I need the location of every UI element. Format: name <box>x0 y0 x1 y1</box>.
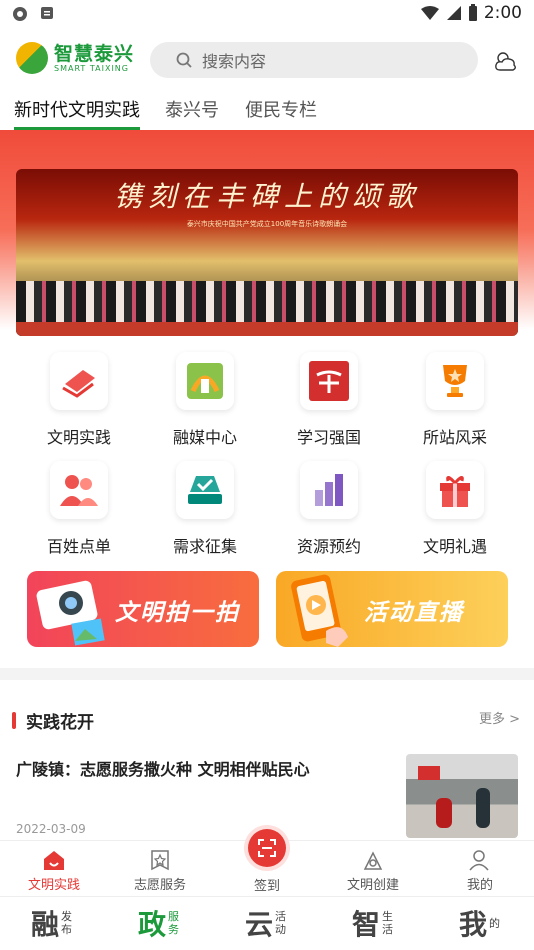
thumbnail-person <box>476 788 490 828</box>
media-icon <box>187 363 223 399</box>
section-tab-sub: 发布 <box>61 910 72 936</box>
section-tab-wo[interactable]: 我 的 <box>428 903 534 943</box>
grid-label: 文明礼遇 <box>422 537 487 556</box>
section-header: 实践花开 <box>12 708 94 733</box>
section-accent-bar <box>12 712 16 729</box>
wifi-icon <box>420 6 439 20</box>
logo-mark-icon <box>16 42 48 74</box>
grid-item-xuexi-qiangguo[interactable]: 学习强国 <box>274 352 384 448</box>
nav-civilization-practice[interactable]: 文明实践 <box>4 849 104 893</box>
checkin-label: 签到 <box>253 879 280 894</box>
app-header: 智慧泰兴 SMART TAIXING 搜索内容 <box>0 36 534 86</box>
promo-live-label: 活动直播 <box>364 600 464 626</box>
nav-label: 我的 <box>466 878 493 893</box>
grid-label: 资源预约 <box>296 537 361 556</box>
gift-icon <box>440 476 470 507</box>
section-tab-zhi[interactable]: 智 生活 <box>321 903 427 943</box>
promo-photo-label: 文明拍一拍 <box>115 600 240 626</box>
section-tab-rong[interactable]: 融 发布 <box>0 903 106 943</box>
app-status-icon <box>13 7 27 21</box>
user-icon <box>469 850 489 871</box>
section-divider <box>0 668 534 680</box>
section-tab-char: 融 <box>30 908 59 941</box>
signal-icon <box>446 6 461 20</box>
status-time: 2:00 <box>483 3 522 23</box>
search-icon <box>176 52 192 68</box>
grid-label: 所站风采 <box>422 428 487 447</box>
badge-icon <box>151 850 169 871</box>
grid-item-media-center[interactable]: 融媒中心 <box>150 352 260 448</box>
grid-item-station-showcase[interactable]: 所站风采 <box>400 352 510 448</box>
section-tab-sub: 服务 <box>168 910 179 936</box>
home-icon <box>44 851 64 870</box>
search-input[interactable]: 搜索内容 <box>150 42 478 78</box>
app-section-tabs: 融 发布 政 服务 云 活动 智 生活 我 的 <box>0 896 534 950</box>
logo-text: 智慧泰兴 <box>54 42 135 65</box>
thumbnail-person <box>436 798 452 828</box>
grid-label: 学习强国 <box>296 428 361 447</box>
nav-volunteer-service[interactable]: 志愿服务 <box>110 849 210 893</box>
xuexi-icon <box>309 361 349 401</box>
banner-title: 镌刻在丰碑上的颂歌 <box>113 180 420 213</box>
search-placeholder: 搜索内容 <box>202 52 267 71</box>
scan-icon <box>258 839 276 857</box>
grid-item-resource-booking[interactable]: 资源预约 <box>274 461 384 557</box>
section-tab-yun[interactable]: 云 活动 <box>214 903 320 943</box>
nav-mine[interactable]: 我的 <box>430 849 530 893</box>
section-tab-sub: 活动 <box>275 910 286 936</box>
notification-icon <box>41 7 53 19</box>
status-bar: 2:00 <box>0 0 534 30</box>
banner-stage <box>16 322 518 336</box>
weather-icon[interactable] <box>494 50 518 72</box>
tab-convenience[interactable]: 便民专栏 <box>245 96 317 122</box>
phone-icon <box>291 574 348 647</box>
tab-taixing-hao[interactable]: 泰兴号 <box>165 96 219 122</box>
promo-live-card[interactable]: 活动直播 <box>276 571 508 647</box>
section-tab-char: 我 <box>458 908 487 941</box>
grid-item-demand-collection[interactable]: 需求征集 <box>150 461 260 557</box>
banner-subtitle: 泰兴市庆祝中国共产党成立100周年音乐诗歌朗诵会 <box>186 220 348 228</box>
promo-photo-card[interactable]: 文明拍一拍 <box>27 571 259 647</box>
chart-icon <box>315 474 343 506</box>
grid-item-civilized-courtesy[interactable]: 文明礼遇 <box>400 461 510 557</box>
tab-civilization-practice[interactable]: 新时代文明实践 <box>14 96 140 130</box>
nav-civilization-creation[interactable]: 文明创建 <box>323 849 423 893</box>
grid-item-public-orders[interactable]: 百姓点单 <box>24 461 134 557</box>
trophy-icon <box>443 365 467 397</box>
section-tab-char: 智 <box>351 908 380 941</box>
section-tab-char: 云 <box>244 908 273 941</box>
ballot-icon <box>188 476 222 504</box>
nav-label: 志愿服务 <box>133 878 186 893</box>
creation-icon <box>363 851 383 870</box>
news-thumbnail[interactable] <box>406 754 518 838</box>
app-logo: 智慧泰兴 SMART TAIXING <box>16 42 134 74</box>
grid-label: 融媒中心 <box>172 428 237 447</box>
nav-label: 文明实践 <box>27 878 80 893</box>
top-tabs: 新时代文明实践 泰兴号 便民专栏 <box>0 90 534 130</box>
section-tab-zheng[interactable]: 政 服务 <box>107 903 213 943</box>
book-icon <box>62 370 95 398</box>
camera-icon <box>36 580 105 646</box>
logo-subtext: SMART TAIXING <box>54 63 129 73</box>
people-icon <box>60 475 98 506</box>
grid-label: 百姓点单 <box>46 537 111 556</box>
nav-label: 文明创建 <box>346 878 399 893</box>
news-title[interactable]: 广陵镇：志愿服务撒火种 文明相伴贴民心 <box>16 756 396 780</box>
grid-item-civilization-practice[interactable]: 文明实践 <box>24 352 134 448</box>
more-link[interactable]: 更多 > <box>479 708 520 727</box>
battery-icon <box>468 4 477 21</box>
checkin-button[interactable] <box>248 829 286 867</box>
thumbnail-banner <box>418 766 440 780</box>
section-title: 实践花开 <box>26 713 94 733</box>
section-tab-char: 政 <box>137 908 166 941</box>
banner-carousel[interactable]: 镌刻在丰碑上的颂歌 泰兴市庆祝中国共产党成立100周年音乐诗歌朗诵会 <box>16 169 518 336</box>
section-tab-sub: 生活 <box>382 910 393 936</box>
grid-label: 需求征集 <box>172 537 237 556</box>
news-date: 2022-03-09 <box>16 822 86 836</box>
grid-label: 文明实践 <box>46 428 111 447</box>
section-tab-sub: 的 <box>489 916 500 930</box>
